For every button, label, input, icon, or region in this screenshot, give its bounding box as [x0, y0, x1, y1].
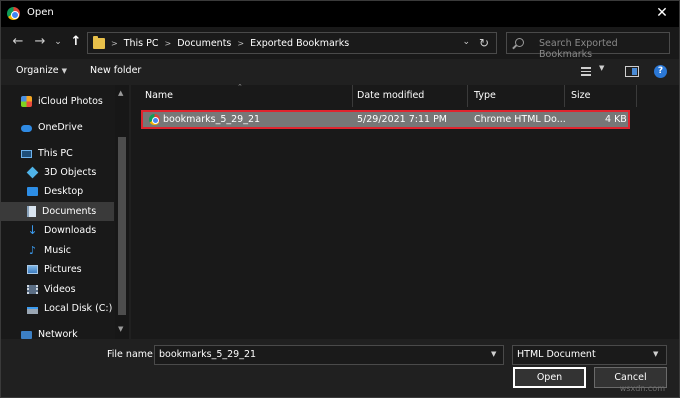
file-type: Chrome HTML Do...	[474, 114, 566, 125]
chevron-down-icon[interactable]: ▼	[599, 64, 604, 72]
column-name[interactable]: Name	[139, 85, 353, 107]
sidebar-item-pictures[interactable]: Pictures	[1, 260, 114, 279]
onedrive-icon	[21, 125, 32, 132]
sidebar-item-onedrive[interactable]: OneDrive	[1, 118, 114, 137]
file-row[interactable]: bookmarks_5_29_21 5/29/2021 7:11 PM Chro…	[141, 110, 630, 129]
sidebar-item-downloads[interactable]: ↓ Downloads	[1, 221, 114, 240]
desktop-icon	[27, 187, 38, 196]
sidebar-item-network[interactable]: Network	[1, 325, 114, 339]
pictures-icon	[27, 265, 38, 274]
forward-arrow-icon[interactable]: →	[31, 33, 49, 51]
organize-button[interactable]: Organize ▼	[16, 65, 67, 76]
title-bar: Open ✕	[1, 1, 679, 27]
documents-icon	[27, 206, 36, 217]
this-pc-icon	[21, 149, 32, 158]
videos-icon	[27, 285, 38, 294]
file-name-label: File name:	[107, 349, 157, 360]
chrome-app-icon	[7, 7, 20, 20]
search-input[interactable]: Search Exported Bookmarks	[506, 32, 670, 60]
chevron-right-icon: >	[237, 38, 245, 48]
toolbar: Organize ▼ New folder ▼ ?	[1, 59, 679, 85]
folder-icon	[93, 35, 105, 49]
file-type-select[interactable]: HTML Document	[512, 345, 667, 365]
breadcrumb-documents[interactable]: Documents	[177, 38, 231, 49]
column-type[interactable]: Type	[468, 85, 565, 107]
breadcrumb-this-pc[interactable]: This PC	[124, 38, 159, 49]
file-date-modified: 5/29/2021 7:11 PM	[357, 114, 448, 125]
refresh-icon[interactable]: ↻	[476, 35, 492, 51]
help-icon[interactable]: ?	[654, 65, 667, 78]
sidebar-item-videos[interactable]: Videos	[1, 280, 114, 299]
open-button[interactable]: Open	[513, 367, 586, 388]
sidebar-item-icloud-photos[interactable]: iCloud Photos	[1, 92, 114, 111]
change-view-icon[interactable]	[581, 67, 591, 76]
column-date-modified[interactable]: Date modified	[351, 85, 468, 107]
sidebar-item-this-pc[interactable]: This PC	[1, 144, 114, 163]
chevron-right-icon: >	[111, 38, 118, 48]
music-icon: ♪	[28, 244, 37, 257]
up-arrow-icon[interactable]: ↑	[67, 33, 85, 51]
chevron-down-icon[interactable]: ⌄	[462, 37, 470, 47]
3d-objects-icon	[26, 166, 39, 179]
scroll-up-arrow-icon[interactable]: ▲	[118, 89, 123, 97]
local-disk-icon	[27, 306, 38, 314]
search-placeholder: Search Exported Bookmarks	[539, 38, 618, 60]
window-title: Open	[27, 7, 54, 18]
file-name: bookmarks_5_29_21	[163, 114, 261, 125]
back-arrow-icon[interactable]: ←	[9, 33, 27, 51]
breadcrumb[interactable]: > This PC > Documents > Exported Bookmar…	[87, 32, 497, 54]
sidebar-item-documents[interactable]: Documents	[1, 202, 114, 221]
watermark: wsxdn.com	[619, 384, 665, 393]
network-icon	[21, 330, 32, 339]
sidebar-item-music[interactable]: ♪ Music	[1, 241, 114, 260]
recent-locations-chevron-icon[interactable]: ⌄	[49, 33, 67, 51]
icloud-photos-icon	[21, 96, 32, 107]
column-size[interactable]: Size	[565, 85, 637, 107]
search-icon	[515, 38, 524, 47]
sort-chevron-icon: ⌃	[237, 83, 243, 91]
sidebar-item-desktop[interactable]: Desktop	[1, 182, 114, 201]
footer: File name: bookmarks_5_29_21 ▼ HTML Docu…	[1, 339, 679, 397]
scrollbar-thumb[interactable]	[118, 137, 126, 315]
downloads-icon: ↓	[27, 223, 38, 237]
breadcrumb-exported-bookmarks[interactable]: Exported Bookmarks	[250, 38, 349, 49]
sidebar-item-3d-objects[interactable]: 3D Objects	[1, 163, 114, 182]
chrome-html-file-icon	[149, 114, 160, 125]
scroll-down-arrow-icon[interactable]: ▼	[118, 325, 123, 333]
close-button[interactable]: ✕	[653, 3, 671, 23]
chevron-right-icon: >	[164, 38, 172, 48]
file-size: 4 KB	[605, 114, 627, 125]
sidebar-scrollbar[interactable]: ▲ ▼	[115, 85, 129, 339]
sidebar-item-local-disk[interactable]: Local Disk (C:)	[1, 299, 114, 318]
open-dialog: Open ✕ ← → ⌄ ↑ > This PC > Documents > E…	[0, 0, 680, 398]
chevron-down-icon: ▼	[61, 67, 67, 75]
file-name-input[interactable]: bookmarks_5_29_21	[154, 345, 504, 365]
new-folder-button[interactable]: New folder	[90, 65, 141, 76]
column-header: Name Date modified Type Size ⌃	[131, 83, 679, 107]
navigation-pane: iCloud Photos OneDrive This PC 3D Object…	[1, 85, 129, 339]
preview-pane-icon[interactable]	[625, 66, 639, 77]
file-list: Name Date modified Type Size ⌃ bookmarks…	[131, 83, 679, 339]
chevron-down-icon[interactable]: ▼	[653, 350, 658, 358]
address-row: ← → ⌄ ↑ > This PC > Documents > Exported…	[1, 27, 679, 60]
chevron-down-icon[interactable]: ▼	[491, 350, 496, 358]
